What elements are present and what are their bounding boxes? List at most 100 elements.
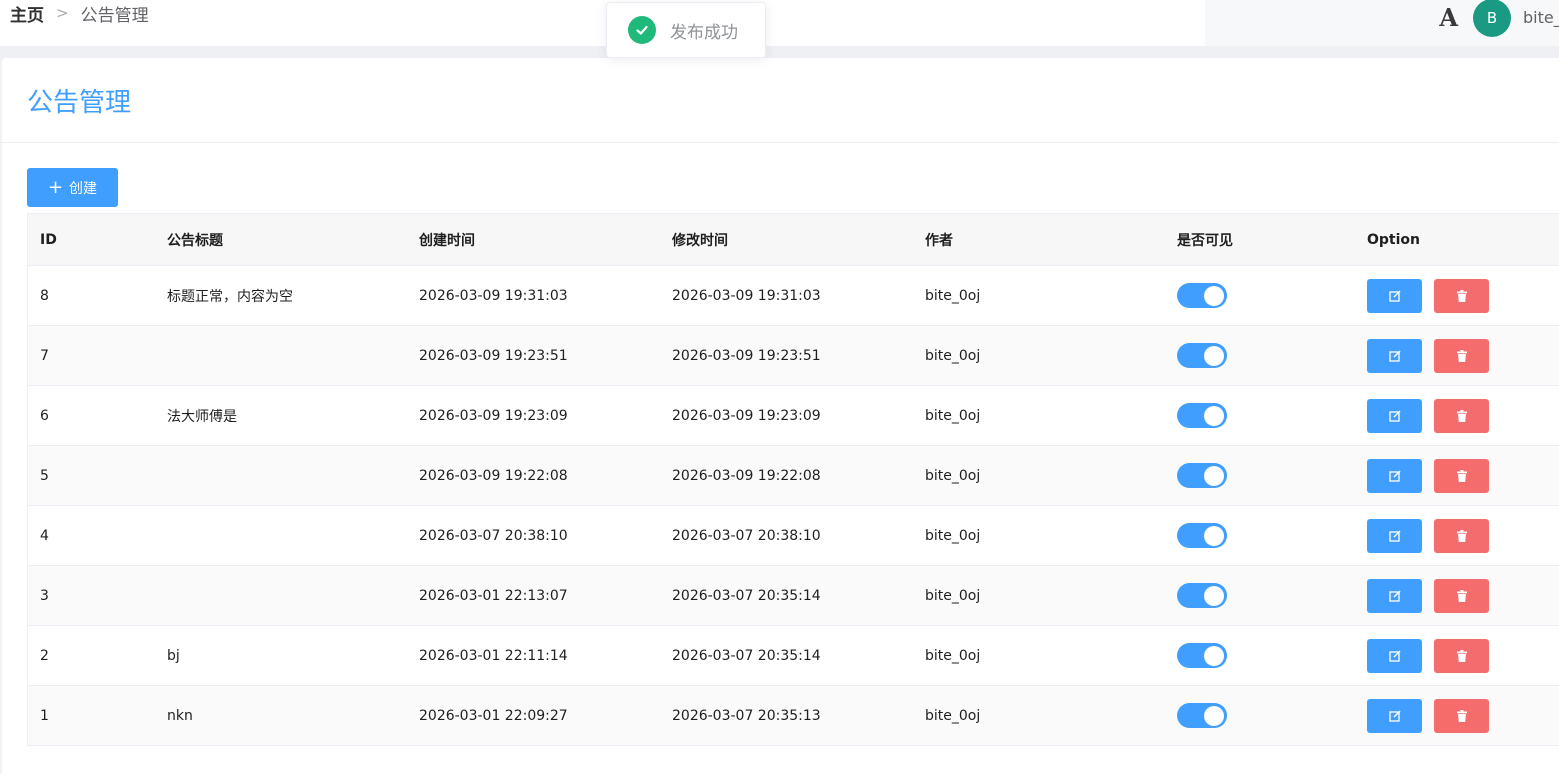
visibility-switch[interactable]: [1177, 703, 1227, 728]
edit-button[interactable]: [1367, 458, 1422, 493]
cell-created: 2026-03-09 19:22:08: [419, 467, 568, 484]
column-header-author: 作者: [925, 232, 953, 249]
plus-icon: +: [47, 176, 64, 198]
font-size-icon[interactable]: A: [1439, 3, 1458, 32]
column-header-id: ID: [40, 231, 57, 248]
edit-button[interactable]: [1367, 278, 1422, 313]
cell-option: [1367, 686, 1489, 745]
cell-id: 1: [40, 707, 49, 724]
visibility-switch[interactable]: [1177, 583, 1227, 608]
cell-title: bj: [167, 647, 180, 664]
edit-button[interactable]: [1367, 338, 1422, 373]
cell-author: bite_0oj: [925, 347, 981, 364]
visibility-switch[interactable]: [1177, 343, 1227, 368]
table-row: 7 2026-03-09 19:23:51 2026-03-09 19:23:5…: [28, 326, 1559, 386]
switch-knob: [1204, 705, 1224, 726]
delete-button[interactable]: [1434, 338, 1489, 373]
table-row: 6 法大师傅是 2026-03-09 19:23:09 2026-03-09 1…: [28, 386, 1559, 446]
table-header: ID 公告标题 创建时间 修改时间 作者 是否可见 Option: [28, 214, 1559, 266]
delete-button[interactable]: [1434, 398, 1489, 433]
notice-table: ID 公告标题 创建时间 修改时间 作者 是否可见 Option 8 标题正常，…: [27, 213, 1559, 746]
cell-author: bite_0oj: [925, 407, 981, 424]
visibility-switch[interactable]: [1177, 283, 1227, 308]
cell-option: [1367, 326, 1489, 385]
cell-id: 2: [40, 647, 49, 664]
create-button[interactable]: + 创建: [27, 168, 118, 207]
trash-icon: [1456, 589, 1467, 602]
cell-visible: [1177, 386, 1227, 445]
cell-visible: [1177, 506, 1227, 565]
delete-button[interactable]: [1434, 278, 1489, 313]
trash-icon: [1456, 649, 1467, 662]
create-button-label: 创建: [69, 180, 98, 197]
delete-button[interactable]: [1434, 458, 1489, 493]
column-header-created: 创建时间: [419, 232, 475, 249]
breadcrumb-current: 公告管理: [80, 5, 149, 26]
edit-icon: [1388, 289, 1401, 302]
edit-button[interactable]: [1367, 398, 1422, 433]
delete-button[interactable]: [1434, 518, 1489, 553]
header-actions: A B bite_: [1439, 0, 1559, 37]
edit-icon: [1388, 529, 1401, 542]
cell-created: 2026-03-07 20:38:10: [419, 527, 568, 544]
cell-updated: 2026-03-09 19:23:09: [672, 407, 821, 424]
cell-id: 5: [40, 467, 49, 484]
delete-button[interactable]: [1434, 698, 1489, 733]
switch-knob: [1204, 285, 1224, 306]
cell-created: 2026-03-01 22:13:07: [419, 587, 568, 604]
table-row: 4 2026-03-07 20:38:10 2026-03-07 20:38:1…: [28, 506, 1559, 566]
cell-id: 6: [40, 407, 49, 424]
column-header-visible: 是否可见: [1177, 232, 1233, 249]
avatar[interactable]: B: [1473, 0, 1511, 37]
cell-id: 8: [40, 287, 49, 304]
switch-knob: [1204, 465, 1224, 486]
table-row: 3 2026-03-01 22:13:07 2026-03-07 20:35:1…: [28, 566, 1559, 626]
chevron-right-icon: >: [56, 4, 69, 22]
cell-updated: 2026-03-07 20:35:14: [672, 587, 821, 604]
cell-updated: 2026-03-09 19:31:03: [672, 287, 821, 304]
cell-author: bite_0oj: [925, 707, 981, 724]
cell-visible: [1177, 626, 1227, 685]
edit-icon: [1388, 709, 1401, 722]
cell-author: bite_0oj: [925, 647, 981, 664]
cell-created: 2026-03-01 22:11:14: [419, 647, 568, 664]
cell-updated: 2026-03-07 20:35:13: [672, 707, 821, 724]
visibility-switch[interactable]: [1177, 643, 1227, 668]
cell-option: [1367, 626, 1489, 685]
edit-button[interactable]: [1367, 578, 1422, 613]
cell-created: 2026-03-01 22:09:27: [419, 707, 568, 724]
table-row: 5 2026-03-09 19:22:08 2026-03-09 19:22:0…: [28, 446, 1559, 506]
edit-button[interactable]: [1367, 698, 1422, 733]
delete-button[interactable]: [1434, 578, 1489, 613]
cell-updated: 2026-03-09 19:22:08: [672, 467, 821, 484]
cell-created: 2026-03-09 19:23:09: [419, 407, 568, 424]
cell-updated: 2026-03-07 20:35:14: [672, 647, 821, 664]
delete-button[interactable]: [1434, 638, 1489, 673]
notice-management-card: 公告管理 + 创建 ID 公告标题 创建时间 修改时间 作者 是否可见 Opti…: [2, 58, 1559, 774]
breadcrumb-home[interactable]: 主页: [10, 1, 44, 26]
edit-button[interactable]: [1367, 518, 1422, 553]
cell-visible: [1177, 566, 1227, 625]
trash-icon: [1456, 289, 1467, 302]
success-toast: 发布成功: [606, 2, 766, 58]
column-header-option: Option: [1367, 231, 1420, 248]
table-row: 8 标题正常，内容为空 2026-03-09 19:31:03 2026-03-…: [28, 266, 1559, 326]
table-row: 2 bj 2026-03-01 22:11:14 2026-03-07 20:3…: [28, 626, 1559, 686]
cell-visible: [1177, 686, 1227, 745]
visibility-switch[interactable]: [1177, 523, 1227, 548]
edit-button[interactable]: [1367, 638, 1422, 673]
column-header-title: 公告标题: [167, 232, 223, 249]
table-row: 1 nkn 2026-03-01 22:09:27 2026-03-07 20:…: [28, 686, 1559, 746]
trash-icon: [1456, 349, 1467, 362]
visibility-switch[interactable]: [1177, 403, 1227, 428]
cell-visible: [1177, 266, 1227, 325]
trash-icon: [1456, 469, 1467, 482]
username[interactable]: bite_: [1523, 8, 1559, 27]
visibility-switch[interactable]: [1177, 463, 1227, 488]
edit-icon: [1388, 649, 1401, 662]
cell-author: bite_0oj: [925, 287, 981, 304]
cell-id: 7: [40, 347, 49, 364]
edit-icon: [1388, 349, 1401, 362]
cell-title: nkn: [167, 707, 193, 724]
check-circle-icon: [628, 16, 656, 44]
